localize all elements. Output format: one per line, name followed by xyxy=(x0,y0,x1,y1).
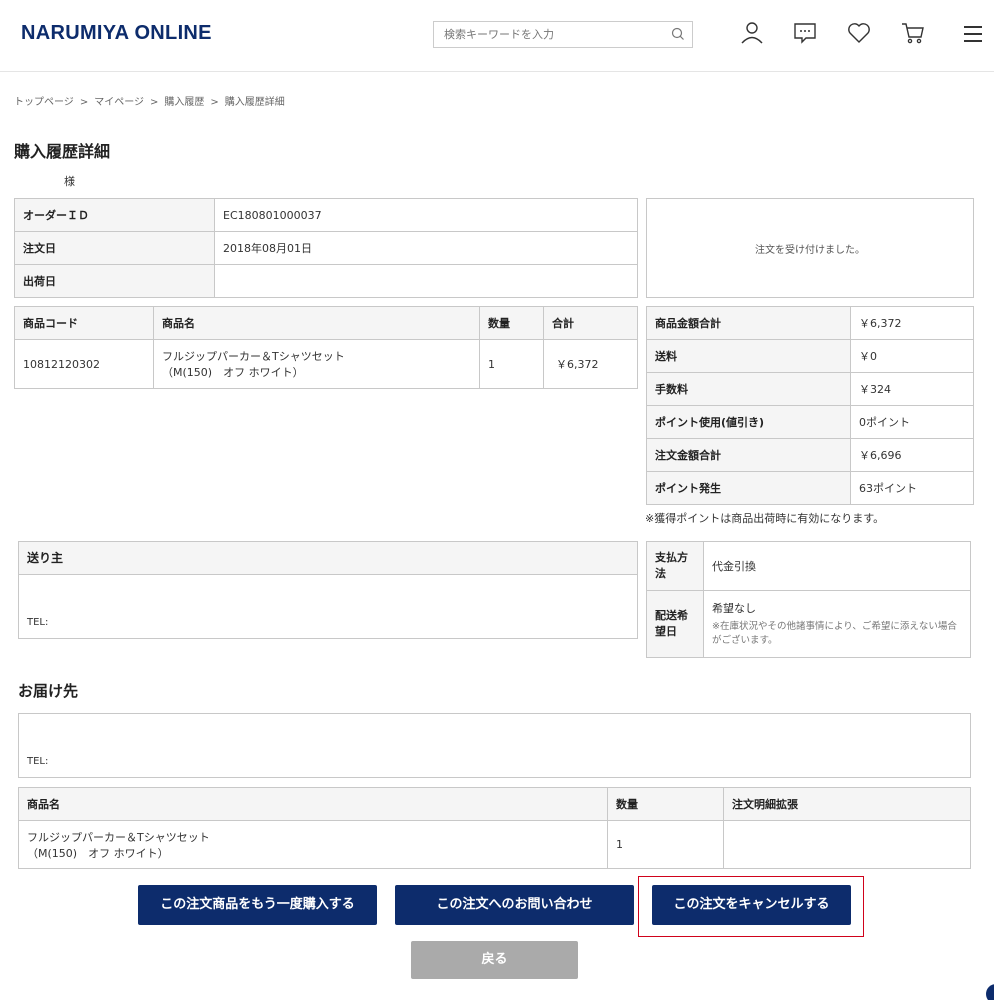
delivery-date-value: 希望なし xyxy=(712,602,756,615)
delivery-date-cell: 希望なし ※在庫状況やその他諸事情により、ご希望に添えない場合がございます。 xyxy=(703,590,971,658)
search-input[interactable] xyxy=(434,22,659,47)
table-row: フルジップパーカー＆Tシャツセット （M(150) オフ ホワイト） 1 xyxy=(18,820,971,869)
order-status-message: 注文を受け付けました。 xyxy=(755,244,865,256)
breadcrumb-separator: > xyxy=(79,97,89,108)
product-name: フルジップパーカー＆Tシャツセット （M(150) オフ ホワイト） xyxy=(153,339,480,389)
ship-date-label: 出荷日 xyxy=(14,264,215,298)
col-delivery-product-name: 商品名 xyxy=(18,787,608,821)
product-name-line1: フルジップパーカー＆Tシャツセット xyxy=(162,350,345,363)
summary-label: 送料 xyxy=(646,339,851,373)
user-icon[interactable] xyxy=(739,20,765,46)
delivery-product-line2: （M(150) オフ ホワイト） xyxy=(27,846,169,860)
delivery-tel-label: TEL: xyxy=(27,756,49,767)
delivery-items-table: 商品名 数量 注文明細拡張 フルジップパーカー＆Tシャツセット （M(150) … xyxy=(18,787,971,869)
product-name-line2: （M(150) オフ ホワイト） xyxy=(162,366,304,379)
search-box xyxy=(433,21,693,48)
menu-icon[interactable] xyxy=(960,20,986,46)
order-id-value: EC180801000037 xyxy=(214,198,638,232)
delivery-date-note: ※在庫状況やその他諸事情により、ご希望に添えない場合がございます。 xyxy=(712,621,957,646)
delivery-product-line1: フルジップパーカー＆Tシャツセット xyxy=(27,830,210,844)
breadcrumb-top[interactable]: トップページ xyxy=(14,97,74,108)
sender-tel-label: TEL: xyxy=(27,617,49,628)
delivery-address-box: TEL: xyxy=(18,713,971,778)
chat-widget-icon[interactable] xyxy=(986,984,994,1000)
order-info-table: オーダーＩＤ EC180801000037 注文日 2018年08月01日 出荷… xyxy=(14,198,638,298)
ship-date-value xyxy=(214,264,638,298)
breadcrumb-separator: > xyxy=(150,97,159,108)
payment-method-value: 代金引換 xyxy=(703,541,971,591)
summary-value: 63ポイント xyxy=(850,471,974,505)
col-product-code: 商品コード xyxy=(14,306,154,340)
back-button[interactable]: 戻る xyxy=(411,941,578,979)
delivery-product-name: フルジップパーカー＆Tシャツセット （M(150) オフ ホワイト） xyxy=(18,820,608,869)
page-title: 購入履歴詳細 xyxy=(14,142,111,161)
payment-method-label: 支払方法 xyxy=(646,541,704,591)
summary-value: ￥0 xyxy=(850,339,974,373)
col-total: 合計 xyxy=(543,306,638,340)
summary-label: ポイント使用(値引き) xyxy=(646,405,851,439)
site-logo[interactable]: NARUMIYA ONLINE xyxy=(21,22,212,45)
product-code: 10812120302 xyxy=(14,339,154,389)
summary-table: 商品金額合計 ￥6,372 送料 ￥0 手数料 ￥324 ポイント使用(値引き) 0ポイ… xyxy=(646,306,974,505)
order-date-label: 注文日 xyxy=(14,231,215,265)
items-table: 商品コード 商品名 数量 合計 10812120302 フルジップパーカー＆Tシ… xyxy=(14,306,638,389)
product-qty: 1 xyxy=(479,339,544,389)
summary-label: 手数料 xyxy=(646,372,851,406)
summary-value: ￥6,372 xyxy=(850,306,974,340)
summary-value: ￥6,696 xyxy=(850,438,974,472)
inquiry-button[interactable]: この注文へのお問い合わせ xyxy=(395,885,634,925)
reorder-button[interactable]: この注文商品をもう一度購入する xyxy=(138,885,377,925)
summary-label: 注文金額合計 xyxy=(646,438,851,472)
search-icon[interactable] xyxy=(670,26,686,42)
points-note: ※獲得ポイントは商品出荷時に有効になります。 xyxy=(645,512,885,525)
site-header: NARUMIYA ONLINE xyxy=(0,0,994,72)
breadcrumb-separator: > xyxy=(210,97,219,108)
col-delivery-qty: 数量 xyxy=(607,787,724,821)
summary-label: ポイント発生 xyxy=(646,471,851,505)
table-row: 10812120302 フルジップパーカー＆Tシャツセット （M(150) オフ… xyxy=(14,339,638,389)
summary-label: 商品金額合計 xyxy=(646,306,851,340)
breadcrumb: トップページ > マイページ > 購入履歴 > 購入履歴詳細 xyxy=(14,93,285,108)
sender-box: 送り主 TEL: xyxy=(18,541,638,639)
delivery-product-qty: 1 xyxy=(607,820,724,869)
heart-icon[interactable] xyxy=(846,20,872,46)
summary-value: ￥324 xyxy=(850,372,974,406)
payment-table: 支払方法 代金引換 配送希望日 希望なし ※在庫状況やその他諸事情により、ご希望… xyxy=(646,541,971,658)
order-id-label: オーダーＩＤ xyxy=(14,198,215,232)
delivery-date-label: 配送希望日 xyxy=(646,590,704,658)
breadcrumb-current: 購入履歴詳細 xyxy=(224,97,285,108)
product-total: ￥6,372 xyxy=(543,339,638,389)
breadcrumb-history[interactable]: 購入履歴 xyxy=(164,97,204,108)
sender-label: 送り主 xyxy=(19,542,637,575)
order-status-box: 注文を受け付けました。 xyxy=(646,198,974,298)
col-product-name: 商品名 xyxy=(153,306,480,340)
highlight-frame xyxy=(638,876,864,937)
breadcrumb-mypage[interactable]: マイページ xyxy=(94,97,144,108)
message-icon[interactable] xyxy=(792,20,818,46)
delivery-product-extension xyxy=(723,820,971,869)
order-date-value: 2018年08月01日 xyxy=(214,231,638,265)
col-delivery-extension: 注文明細拡張 xyxy=(723,787,971,821)
cart-icon[interactable] xyxy=(900,20,926,46)
delivery-title: お届け先 xyxy=(18,682,79,700)
summary-value: 0ポイント xyxy=(850,405,974,439)
customer-suffix: 様 xyxy=(64,175,75,188)
col-qty: 数量 xyxy=(479,306,544,340)
